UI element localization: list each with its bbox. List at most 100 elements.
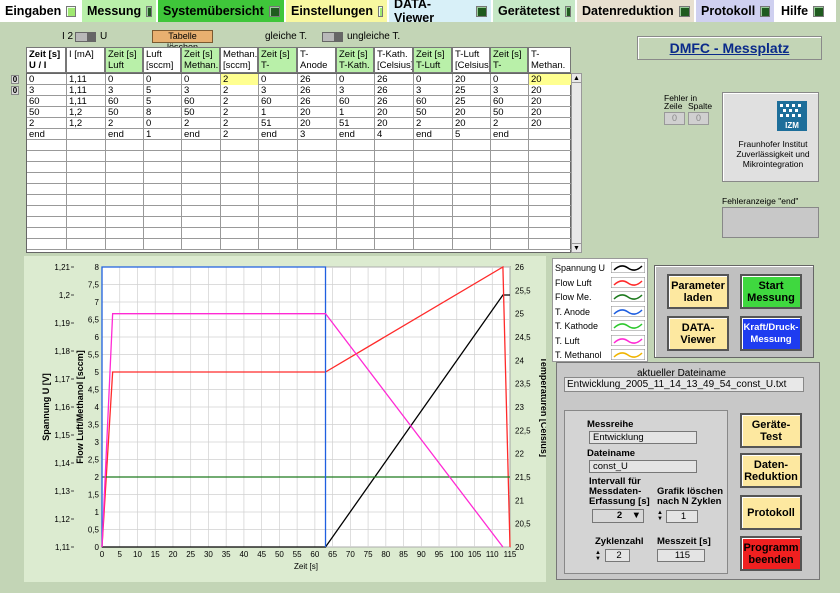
table-cell[interactable]: 0 <box>491 74 529 85</box>
table-cell[interactable] <box>144 151 182 162</box>
table-cell[interactable] <box>67 173 106 184</box>
table-cell[interactable] <box>182 151 221 162</box>
table-cell[interactable] <box>453 140 491 151</box>
table-cell[interactable]: 20 <box>529 118 572 129</box>
table-cell[interactable]: 60 <box>337 96 375 107</box>
table-cell[interactable] <box>298 184 337 195</box>
table-cell[interactable] <box>414 228 453 239</box>
table-cell[interactable] <box>414 173 453 184</box>
table-cell[interactable] <box>106 184 144 195</box>
table-cell[interactable] <box>67 129 106 140</box>
table-cell[interactable] <box>221 140 259 151</box>
table-cell[interactable] <box>337 217 375 228</box>
table-cell[interactable]: 0 <box>27 74 67 85</box>
table-cell[interactable] <box>144 217 182 228</box>
table-cell[interactable] <box>221 217 259 228</box>
table-cell[interactable]: end <box>337 129 375 140</box>
table-cell[interactable] <box>182 206 221 217</box>
table-cell[interactable]: 50 <box>414 107 453 118</box>
table-cell[interactable] <box>491 184 529 195</box>
table-cell[interactable]: 5 <box>144 96 182 107</box>
table-cell[interactable] <box>375 173 414 184</box>
tab-data-viewer[interactable]: DATA-Viewer <box>389 0 493 25</box>
table-cell[interactable]: 20 <box>529 85 572 96</box>
table-cell[interactable] <box>453 173 491 184</box>
table-cell[interactable] <box>298 228 337 239</box>
column-index-control[interactable]: 0 <box>11 86 19 95</box>
table-row[interactable] <box>27 151 572 162</box>
table-cell[interactable]: 60 <box>27 96 67 107</box>
table-cell[interactable] <box>182 228 221 239</box>
table-cell[interactable] <box>144 173 182 184</box>
table-cell[interactable]: 1,2 <box>67 107 106 118</box>
table-cell[interactable] <box>106 195 144 206</box>
table-cell[interactable] <box>67 239 106 250</box>
table-cell[interactable] <box>144 239 182 250</box>
programm-beenden-button[interactable]: Programm beenden <box>740 536 802 571</box>
table-cell[interactable]: 26 <box>298 85 337 96</box>
table-row[interactable] <box>27 162 572 173</box>
table-cell[interactable]: 20 <box>298 107 337 118</box>
dateiname-input[interactable]: const_U <box>589 460 697 473</box>
tab-einstellungen[interactable]: Einstellungen <box>286 0 389 22</box>
table-cell[interactable] <box>375 184 414 195</box>
table-cell[interactable] <box>453 217 491 228</box>
table-cell[interactable] <box>414 206 453 217</box>
table-cell[interactable] <box>529 151 572 162</box>
table-cell[interactable] <box>182 184 221 195</box>
table-cell[interactable]: end <box>491 129 529 140</box>
table-scrollbar[interactable]: ▲ ▼ <box>571 73 582 253</box>
table-cell[interactable] <box>106 151 144 162</box>
table-cell[interactable] <box>67 217 106 228</box>
table-cell[interactable]: 1,11 <box>67 96 106 107</box>
table-cell[interactable] <box>414 184 453 195</box>
table-cell[interactable] <box>67 195 106 206</box>
table-cell[interactable] <box>27 151 67 162</box>
start-messung-button[interactable]: Start Messung <box>740 274 802 309</box>
table-cell[interactable] <box>337 239 375 250</box>
tab-protokoll[interactable]: Protokoll <box>696 0 776 22</box>
table-cell[interactable] <box>106 140 144 151</box>
table-cell[interactable] <box>298 140 337 151</box>
table-cell[interactable]: 26 <box>375 96 414 107</box>
table-cell[interactable] <box>337 173 375 184</box>
table-cell[interactable] <box>106 228 144 239</box>
table-cell[interactable] <box>375 228 414 239</box>
table-cell[interactable] <box>182 162 221 173</box>
table-cell[interactable] <box>182 173 221 184</box>
table-cell[interactable] <box>337 228 375 239</box>
table-cell[interactable] <box>221 228 259 239</box>
data-viewer-button[interactable]: DATA- Viewer <box>667 316 729 351</box>
table-cell[interactable] <box>259 228 298 239</box>
table-cell[interactable] <box>491 162 529 173</box>
table-row[interactable]: 60 1,11 60 5 60 2 60 26 60 26 60 25 60 20 <box>27 96 572 107</box>
table-cell[interactable] <box>221 239 259 250</box>
tab-datenreduktion[interactable]: Datenreduktion <box>577 0 696 22</box>
table-cell[interactable]: 2 <box>221 74 259 85</box>
table-cell[interactable] <box>453 195 491 206</box>
table-cell[interactable] <box>27 195 67 206</box>
table-cell[interactable] <box>67 184 106 195</box>
table-cell[interactable]: 20 <box>375 118 414 129</box>
table-cell[interactable]: 1 <box>144 129 182 140</box>
table-cell[interactable]: 51 <box>337 118 375 129</box>
table-cell[interactable] <box>453 151 491 162</box>
table-cell[interactable]: 0 <box>182 74 221 85</box>
table-cell[interactable] <box>414 140 453 151</box>
table-cell[interactable] <box>67 228 106 239</box>
table-cell[interactable]: 51 <box>259 118 298 129</box>
table-cell[interactable]: 0 <box>144 74 182 85</box>
intervall-select[interactable]: 2 ▼ <box>592 509 644 523</box>
table-row[interactable] <box>27 239 572 250</box>
table-cell[interactable]: 2 <box>221 96 259 107</box>
table-cell[interactable] <box>27 239 67 250</box>
table-cell[interactable]: 2 <box>221 85 259 96</box>
table-cell[interactable] <box>144 140 182 151</box>
table-cell[interactable] <box>453 206 491 217</box>
table-cell[interactable] <box>491 195 529 206</box>
table-cell[interactable]: 20 <box>529 74 572 85</box>
scroll-down-icon[interactable]: ▼ <box>572 243 581 252</box>
table-cell[interactable]: end <box>106 129 144 140</box>
table-row[interactable] <box>27 173 572 184</box>
table-cell[interactable]: 8 <box>144 107 182 118</box>
